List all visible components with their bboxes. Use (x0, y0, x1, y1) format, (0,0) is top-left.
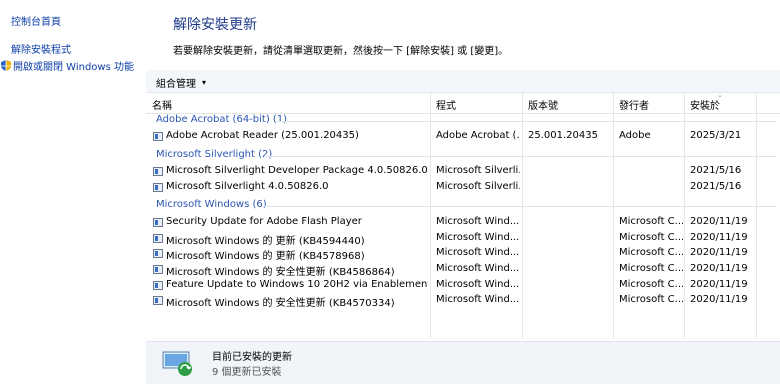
group-header-adobe[interactable]: Adobe Acrobat (64-bit) (1) (156, 114, 287, 125)
row-publisher: Microsoft C... (619, 216, 683, 227)
page-title: 解除安裝更新 (173, 17, 257, 33)
table-row[interactable]: Feature Update to Windows 10 20H2 via En… (146, 278, 780, 293)
group-divider (262, 206, 776, 207)
row-installed: 2020/11/19 (690, 232, 748, 243)
row-name: Microsoft Windows 的 更新 (KB4594440) (166, 236, 365, 247)
row-name: Adobe Acrobat Reader (25.001.20435) (166, 130, 359, 141)
row-program: Microsoft Wind... (436, 247, 520, 258)
row-name: Microsoft Windows 的 安全性更新 (KB4586864) (166, 267, 395, 278)
update-icon (153, 218, 163, 227)
column-header-installed[interactable]: 安裝於 ˇ (690, 95, 722, 112)
organize-button[interactable]: 組合管理 ▾ (156, 75, 206, 90)
page-description: 若要解除安裝更新，請從清單選取更新，然後按一下 [解除安裝] 或 [變更]。 (173, 46, 509, 57)
uac-shield-icon (1, 60, 11, 71)
table-row[interactable]: Microsoft Windows 的 安全性更新 (KB4586864) Mi… (146, 262, 780, 278)
windows-features-label: 開啟或關閉 Windows 功能 (13, 62, 134, 73)
row-installed: 2025/3/21 (690, 130, 742, 141)
row-program: Microsoft Silverli... (436, 181, 520, 192)
update-icon (153, 281, 163, 290)
update-icon (153, 249, 163, 258)
row-publisher: Adobe (619, 130, 651, 141)
row-name: Microsoft Windows 的 更新 (KB4578968) (166, 251, 365, 262)
row-publisher: Microsoft C... (619, 232, 683, 243)
control-panel-home-link[interactable]: 控制台首頁 (11, 13, 61, 28)
table-row[interactable]: Security Update for Adobe Flash Player M… (146, 215, 780, 230)
update-icon (153, 132, 163, 141)
table-row[interactable]: Microsoft Windows 的 更新 (KB4578968) Micro… (146, 246, 780, 262)
update-icon (153, 265, 163, 274)
group-header-windows[interactable]: Microsoft Windows (6) (156, 199, 267, 210)
details-pane: 目前已安裝的更新 9 個更新已安裝 (146, 341, 780, 384)
row-program: Microsoft Wind... (436, 263, 520, 274)
row-installed: 2020/11/19 (690, 247, 748, 258)
row-installed: 2020/11/19 (690, 294, 748, 305)
toolbar: 組合管理 ▾ (146, 70, 780, 93)
row-name: Feature Update to Windows 10 20H2 via En… (166, 279, 428, 290)
row-name: Microsoft Silverlight Developer Package … (166, 165, 428, 176)
row-program: Microsoft Wind... (436, 232, 520, 243)
table-row[interactable]: Microsoft Silverlight 4.0.50826.0 Micros… (146, 180, 780, 195)
row-publisher: Microsoft C... (619, 263, 683, 274)
row-program: Microsoft Wind... (436, 294, 520, 305)
row-publisher: Microsoft C... (619, 294, 683, 305)
group-divider (264, 156, 776, 157)
update-icon (153, 296, 163, 305)
details-title: 目前已安裝的更新 (212, 352, 292, 363)
group-header-silverlight[interactable]: Microsoft Silverlight (2) (156, 149, 272, 160)
update-icon (153, 183, 163, 192)
table-row[interactable]: Microsoft Silverlight Developer Package … (146, 164, 780, 179)
sort-indicator-icon: ˇ (718, 95, 722, 104)
column-header-name[interactable]: 名稱 (152, 97, 172, 112)
uninstall-program-link[interactable]: 解除安裝程式 (11, 41, 71, 56)
row-installed: 2021/5/16 (690, 181, 742, 192)
row-installed: 2020/11/19 (690, 216, 748, 227)
organize-label: 組合管理 (156, 79, 196, 90)
row-installed: 2020/11/19 (690, 279, 748, 290)
row-name: Microsoft Silverlight 4.0.50826.0 (166, 181, 329, 192)
sidebar: 控制台首頁 解除安裝程式 開啟或關閉 Windows 功能 (0, 0, 146, 383)
row-publisher: Microsoft C... (619, 279, 683, 290)
column-header-publisher[interactable]: 發行者 (619, 97, 649, 112)
group-divider (276, 121, 776, 122)
row-program: Adobe Acrobat (... (436, 130, 520, 141)
row-version: 25.001.20435 (528, 130, 598, 141)
row-installed: 2020/11/19 (690, 263, 748, 274)
row-installed: 2021/5/16 (690, 165, 742, 176)
table-row[interactable]: Microsoft Windows 的 更新 (KB4594440) Micro… (146, 231, 780, 247)
row-program: Microsoft Wind... (436, 279, 520, 290)
windows-features-link[interactable]: 開啟或關閉 Windows 功能 (1, 58, 134, 73)
details-count: 9 個更新已安裝 (212, 367, 282, 378)
main-panel: 解除安裝更新 若要解除安裝更新，請從清單選取更新，然後按一下 [解除安裝] 或 … (146, 0, 780, 384)
chevron-down-icon: ▾ (202, 78, 207, 87)
row-name: Security Update for Adobe Flash Player (166, 216, 362, 227)
column-header-installed-label: 安裝於 (690, 101, 720, 112)
update-icon (153, 167, 163, 176)
row-program: Microsoft Silverli... (436, 165, 520, 176)
row-publisher: Microsoft C... (619, 247, 683, 258)
update-icon (153, 234, 163, 243)
column-header-program[interactable]: 程式 (436, 97, 456, 112)
installed-updates-icon (162, 351, 192, 376)
table-row[interactable]: Microsoft Windows 的 安全性更新 (KB4570334) Mi… (146, 293, 780, 309)
column-header-version[interactable]: 版本號 (528, 97, 558, 112)
row-name: Microsoft Windows 的 安全性更新 (KB4570334) (166, 298, 395, 309)
row-program: Microsoft Wind... (436, 216, 520, 227)
table-row[interactable]: Adobe Acrobat Reader (25.001.20435) Adob… (146, 129, 780, 144)
